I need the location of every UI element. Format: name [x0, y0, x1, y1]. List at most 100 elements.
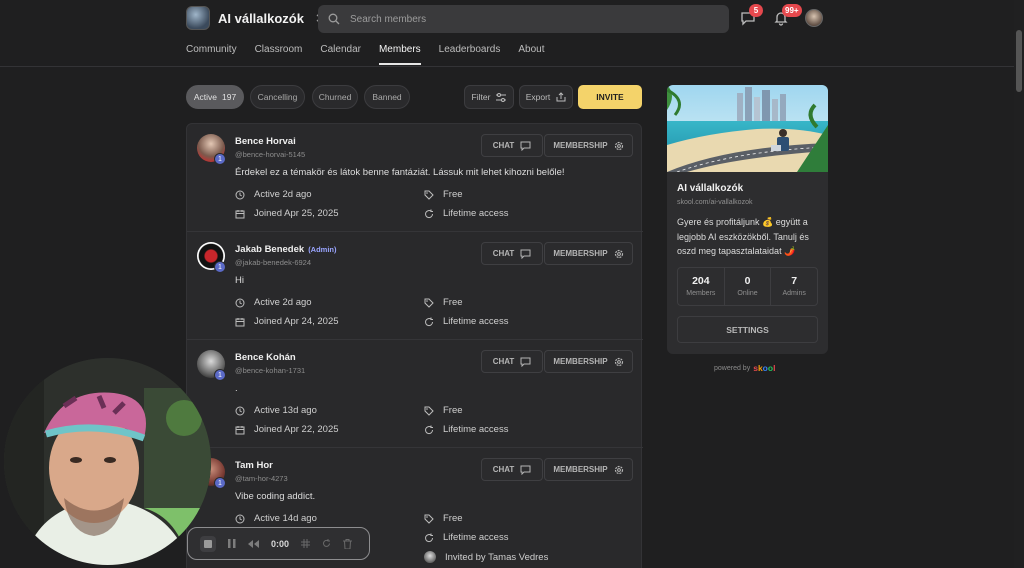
admin-tag: (Admin) — [308, 245, 337, 254]
tab-leaderboards[interactable]: Leaderboards — [439, 44, 501, 65]
gear-icon — [614, 249, 624, 259]
invited-text: Invited by Tamas Vedres — [445, 551, 549, 563]
clock-icon — [235, 514, 245, 524]
membership-label: MEMBERSHIP — [553, 249, 608, 258]
member-name-text: Jakab Benedek — [235, 244, 305, 255]
recorder-toolbar: 0:00 — [187, 527, 370, 560]
grid-icon[interactable] — [301, 539, 311, 548]
member-handle: @tam-hor-4273 — [235, 474, 288, 483]
price-info: Free — [424, 189, 463, 200]
search-bar[interactable] — [318, 5, 729, 33]
chat-icon[interactable]: 5 — [740, 4, 763, 28]
filter-button[interactable]: Filter — [464, 85, 514, 109]
chat-badge: 5 — [749, 4, 763, 17]
tab-about[interactable]: About — [518, 44, 544, 65]
tab-classroom[interactable]: Classroom — [255, 44, 303, 65]
rewind-icon[interactable] — [248, 539, 259, 548]
member-name[interactable]: Bence Horvai — [235, 136, 296, 147]
calendar-icon — [235, 317, 245, 327]
member-row: 1 Jakab Benedek (Admin) @jakab-benedek-69… — [187, 232, 643, 340]
tab-members[interactable]: Members — [378, 44, 421, 65]
membership-button[interactable]: MEMBERSHIP — [544, 350, 633, 373]
member-name-text: Bence Horvai — [235, 136, 296, 147]
chat-label: CHAT — [492, 141, 515, 150]
chat-button[interactable]: CHAT — [481, 350, 543, 373]
trash-icon[interactable] — [343, 538, 353, 549]
level-badge: 1 — [214, 477, 226, 489]
active-text: Active 14d ago — [254, 513, 317, 524]
top-header: AI vállalkozók 5 99+ Community Classroom… — [0, 0, 1024, 67]
chat-button[interactable]: CHAT — [481, 134, 543, 157]
joined-info: Joined Apr 24, 2025 — [235, 316, 339, 327]
gear-icon — [614, 141, 624, 151]
clock-icon — [235, 298, 245, 308]
gear-icon — [614, 357, 624, 367]
search-icon — [328, 13, 340, 25]
level-badge: 1 — [214, 261, 226, 273]
active-text: Active 2d ago — [254, 297, 312, 308]
skool-letter: l — [773, 363, 776, 373]
community-switcher[interactable]: AI vállalkozók — [186, 6, 324, 30]
search-input[interactable] — [350, 13, 650, 25]
filter-active-count: 197 — [221, 92, 237, 102]
invite-button[interactable]: INVITE — [578, 85, 642, 109]
export-icon — [556, 92, 566, 102]
member-name[interactable]: Jakab Benedek (Admin) — [235, 244, 337, 255]
access-info: Lifetime access — [424, 208, 508, 219]
tab-calendar[interactable]: Calendar — [320, 44, 361, 65]
access-info: Lifetime access — [424, 424, 508, 435]
tab-community[interactable]: Community — [186, 44, 237, 65]
chat-button[interactable]: CHAT — [481, 242, 543, 265]
active-text: Active 2d ago — [254, 189, 312, 200]
active-info: Active 13d ago — [235, 405, 317, 416]
joined-info: Joined Apr 25, 2025 — [235, 208, 339, 219]
joined-text: Joined Apr 24, 2025 — [254, 316, 339, 327]
access-info: Lifetime access — [424, 316, 508, 327]
bell-icon[interactable]: 99+ — [773, 4, 802, 28]
inviter-avatar[interactable] — [424, 551, 436, 563]
user-avatar[interactable] — [805, 9, 823, 27]
membership-button[interactable]: MEMBERSHIP — [544, 134, 633, 157]
membership-button[interactable]: MEMBERSHIP — [544, 458, 633, 481]
filter-cancelling[interactable]: Cancelling — [250, 85, 305, 109]
member-list: 1 Bence Horvai @bence-horvai-5145 Érdeke… — [186, 123, 643, 568]
member-name-text: Bence Kohán — [235, 352, 296, 363]
stat-online: 0 Online — [723, 268, 771, 305]
clock-icon — [235, 190, 245, 200]
community-name: AI vállalkozók — [218, 10, 304, 26]
export-button[interactable]: Export — [519, 85, 573, 109]
membership-label: MEMBERSHIP — [553, 465, 608, 474]
powered-by[interactable]: powered by skool — [714, 363, 775, 373]
invited-info: Invited by Tamas Vedres — [424, 551, 548, 563]
calendar-icon — [235, 425, 245, 435]
level-badge: 1 — [214, 369, 226, 381]
filter-active[interactable]: Active 197 — [186, 85, 244, 109]
page-scrollbar[interactable] — [1014, 0, 1024, 568]
stat-online-value: 0 — [744, 275, 751, 287]
member-name[interactable]: Tam Hor — [235, 460, 273, 471]
card-url[interactable]: skool.com/ai-vallalkozok — [677, 199, 752, 206]
chat-label: CHAT — [492, 357, 515, 366]
tag-icon — [424, 514, 434, 524]
filter-churned[interactable]: Churned — [312, 85, 358, 109]
price-text: Free — [443, 189, 463, 200]
member-name[interactable]: Bence Kohán — [235, 352, 296, 363]
scroll-thumb[interactable] — [1016, 30, 1022, 92]
membership-button[interactable]: MEMBERSHIP — [544, 242, 633, 265]
export-label: Export — [525, 92, 551, 102]
settings-button[interactable]: SETTINGS — [677, 316, 818, 343]
pause-icon[interactable] — [228, 539, 236, 548]
chat-button[interactable]: CHAT — [481, 458, 543, 481]
card-title: AI vállalkozók — [677, 183, 744, 194]
access-text: Lifetime access — [443, 424, 509, 435]
stop-icon[interactable] — [200, 535, 216, 552]
member-bio: . — [235, 383, 238, 394]
chat-bubble-icon — [520, 249, 531, 259]
member-bio: Hi — [235, 275, 244, 286]
member-bio: Vibe coding addict. — [235, 491, 316, 502]
restart-icon[interactable] — [322, 539, 331, 548]
access-text: Lifetime access — [443, 532, 509, 543]
filter-banned[interactable]: Banned — [364, 85, 410, 109]
price-info: Free — [424, 297, 463, 308]
webcam-overlay[interactable] — [4, 358, 211, 565]
